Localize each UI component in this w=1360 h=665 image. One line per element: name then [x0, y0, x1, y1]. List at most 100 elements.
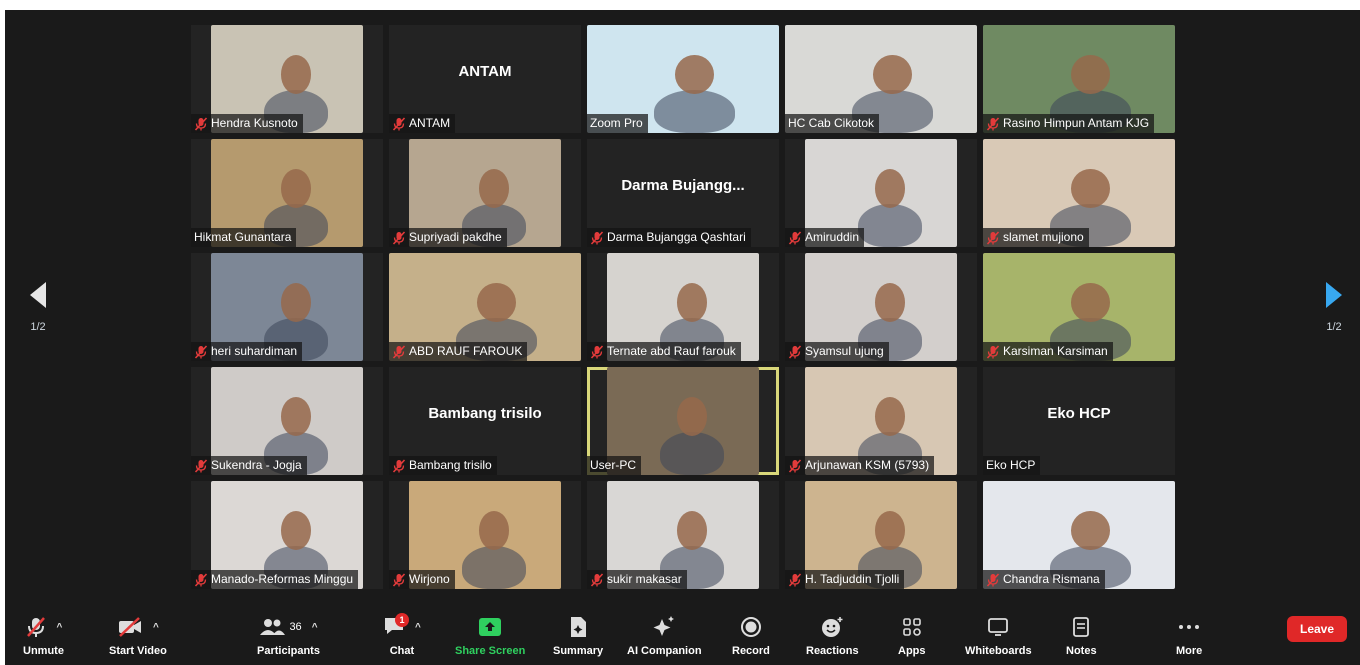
participant-tile[interactable]: slamet mujiono: [983, 139, 1175, 247]
participant-name: Chandra Rismana: [1003, 572, 1100, 586]
start-video-label: Start Video: [109, 645, 167, 657]
participant-name: Wirjono: [409, 572, 450, 586]
summary-button[interactable]: Summary: [553, 614, 603, 657]
unmute-label: Unmute: [23, 645, 64, 657]
reactions-button[interactable]: Reactions: [806, 614, 859, 657]
participant-head: [280, 283, 312, 323]
participant-tile[interactable]: Chandra Rismana: [983, 481, 1175, 589]
participant-display-name: Eko HCP: [1047, 405, 1111, 422]
muted-microphone-icon: [788, 572, 802, 587]
participant-name: Karsiman Karsiman: [1003, 344, 1108, 358]
participant-name-label: Amiruddin: [785, 228, 865, 247]
participant-tile[interactable]: Rasino Himpun Antam KJG: [983, 25, 1175, 133]
participant-tile[interactable]: heri suhardiman: [191, 253, 383, 361]
participant-head: [280, 397, 312, 437]
chat-icon: 1: [383, 612, 409, 639]
apps-icon: [902, 618, 921, 636]
participant-name: ANTAM: [409, 116, 451, 130]
participants-caret-icon[interactable]: ^: [312, 622, 318, 633]
share-screen-label: Share Screen: [455, 645, 526, 657]
chat-label: Chat: [389, 645, 415, 657]
whiteboards-label: Whiteboards: [965, 645, 1032, 657]
more-button[interactable]: More: [1176, 614, 1202, 657]
whiteboards-button[interactable]: Whiteboards: [965, 614, 1032, 657]
participant-tile[interactable]: Darma Bujangg... Darma Bujangga Qashtari: [587, 139, 779, 247]
notes-button[interactable]: Notes: [1066, 614, 1097, 657]
participant-head: [675, 55, 714, 95]
chat-button[interactable]: 1 ^ Chat: [383, 612, 421, 657]
participant-head: [676, 511, 708, 551]
participant-name: ABD RAUF FAROUK: [409, 344, 523, 358]
participant-name: Arjunawan KSM (5793): [805, 458, 930, 472]
participant-tile[interactable]: sukir makasar: [587, 481, 779, 589]
participant-head: [874, 169, 906, 209]
participant-tile[interactable]: H. Tadjuddin Tjolli: [785, 481, 977, 589]
participant-name-label: Bambang trisilo: [389, 456, 497, 475]
participant-name-label: sukir makasar: [587, 570, 687, 589]
participant-name-label: Syamsul ujung: [785, 342, 889, 361]
chat-caret-icon[interactable]: ^: [415, 622, 421, 633]
participant-name-label: Arjunawan KSM (5793): [785, 456, 935, 475]
participant-tile[interactable]: Sukendra - Jogja: [191, 367, 383, 475]
participant-name: slamet mujiono: [1003, 230, 1084, 244]
participant-head: [1071, 511, 1110, 551]
participant-tile[interactable]: ANTAM ANTAM: [389, 25, 581, 133]
participant-tile[interactable]: Eko HCP Eko HCP: [983, 367, 1175, 475]
participant-name: HC Cab Cikotok: [788, 116, 875, 130]
muted-microphone-icon: [986, 344, 1000, 359]
participant-body: [654, 89, 735, 133]
unmute-button[interactable]: ^ Unmute: [23, 614, 64, 657]
participant-tile[interactable]: User-PC: [587, 367, 779, 475]
start-video-button[interactable]: ^ Start Video: [109, 614, 167, 657]
muted-microphone-icon: [986, 116, 1000, 131]
muted-microphone-icon: [986, 230, 1000, 245]
participant-tile[interactable]: ABD RAUF FAROUK: [389, 253, 581, 361]
meeting-toolbar: ^ Unmute ^ Start Video 36 ^ Participants…: [5, 610, 1360, 665]
participant-name-label: Zoom Pro: [587, 114, 648, 133]
participant-tile[interactable]: Hikmat Gunantara: [191, 139, 383, 247]
share-screen-button[interactable]: Share Screen: [455, 614, 525, 657]
participant-display-name: ANTAM: [458, 63, 512, 80]
previous-page-button[interactable]: 1/2: [15, 275, 61, 355]
participant-tile[interactable]: Bambang trisilo Bambang trisilo: [389, 367, 581, 475]
participant-name: Amiruddin: [805, 230, 860, 244]
participant-tile[interactable]: Zoom Pro: [587, 25, 779, 133]
next-page-button[interactable]: 1/2: [1311, 275, 1357, 355]
participant-name: Zoom Pro: [590, 116, 643, 130]
participant-head: [280, 55, 312, 95]
video-options-caret-icon[interactable]: ^: [153, 622, 159, 633]
participant-name: Hikmat Gunantara: [194, 230, 292, 244]
participant-name: Supriyadi pakdhe: [409, 230, 502, 244]
participant-head: [477, 283, 516, 323]
summary-label: Summary: [553, 645, 604, 657]
ai-companion-button[interactable]: AI Companion: [627, 614, 702, 657]
participant-name-label: Rasino Himpun Antam KJG: [983, 114, 1155, 133]
leave-button[interactable]: Leave: [1287, 616, 1347, 642]
participant-tile[interactable]: Hendra Kusnoto: [191, 25, 383, 133]
participant-tile[interactable]: Wirjono: [389, 481, 581, 589]
participant-tile[interactable]: Amiruddin: [785, 139, 977, 247]
participant-tile[interactable]: HC Cab Cikotok: [785, 25, 977, 133]
participant-head: [1071, 283, 1110, 323]
participant-tile[interactable]: Karsiman Karsiman: [983, 253, 1175, 361]
participant-tile[interactable]: Ternate abd Rauf farouk: [587, 253, 779, 361]
participant-head: [676, 283, 708, 323]
participant-name-label: Hikmat Gunantara: [191, 228, 297, 247]
participants-button[interactable]: 36 ^ Participants: [257, 614, 320, 657]
record-button[interactable]: Record: [732, 614, 770, 657]
participant-head: [874, 283, 906, 323]
participant-name: Manado-Reformas Minggu: [211, 572, 354, 586]
participant-tile[interactable]: Supriyadi pakdhe: [389, 139, 581, 247]
participant-head: [280, 511, 312, 551]
participant-name: sukir makasar: [607, 572, 682, 586]
participant-name: User-PC: [590, 458, 637, 472]
participant-tile[interactable]: Arjunawan KSM (5793): [785, 367, 977, 475]
muted-microphone-icon: [194, 572, 208, 587]
muted-microphone-icon: [590, 572, 604, 587]
participant-head: [478, 511, 510, 551]
reactions-icon: [822, 617, 843, 637]
apps-button[interactable]: Apps: [898, 614, 926, 657]
participant-tile[interactable]: Manado-Reformas Minggu: [191, 481, 383, 589]
unmute-options-caret-icon[interactable]: ^: [57, 622, 63, 633]
participant-tile[interactable]: Syamsul ujung: [785, 253, 977, 361]
